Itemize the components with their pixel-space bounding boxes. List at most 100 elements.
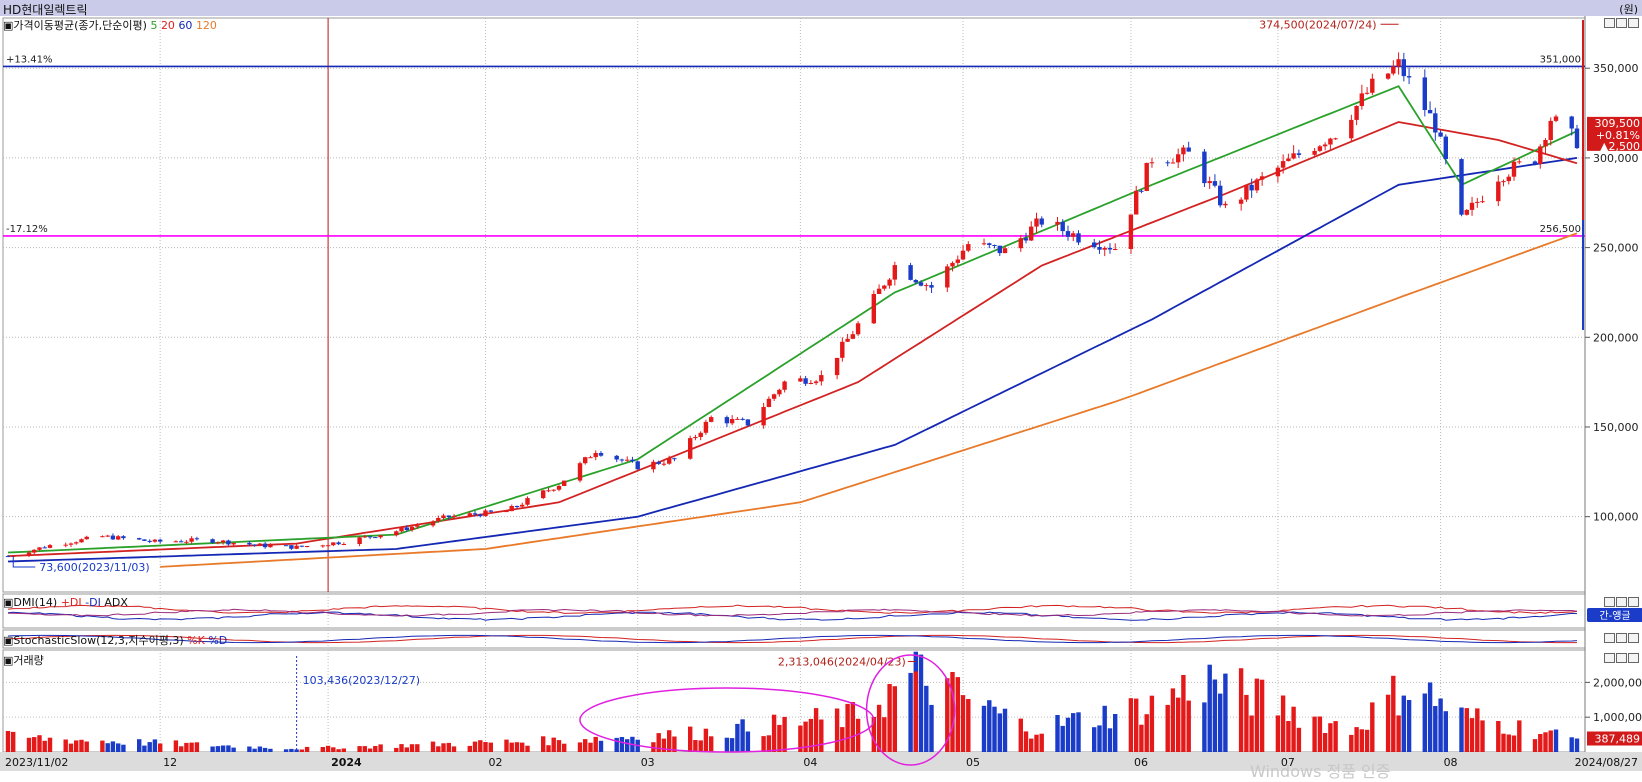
candle-down	[745, 419, 751, 426]
volume-bar	[1333, 721, 1338, 752]
volume-bar	[593, 736, 598, 752]
maximize-icon[interactable]	[1616, 18, 1627, 28]
volume-bar	[283, 749, 289, 752]
volume-bar	[262, 747, 268, 752]
volume-bar	[588, 742, 593, 752]
candle-up	[667, 458, 672, 464]
volume-bar	[625, 739, 630, 752]
volume-bar	[834, 708, 840, 752]
candle-up	[960, 250, 966, 260]
dmi-panel-controls[interactable]	[1604, 597, 1639, 607]
candle-up	[562, 480, 567, 486]
chart-canvas[interactable]: 100,000 150,000 200,000 250,000 300,000 350,0…	[0, 0, 1642, 771]
candle-up	[231, 542, 236, 545]
volume-bar	[1071, 713, 1076, 752]
volume-tick-label: 1,000,000	[1593, 711, 1642, 724]
candle-down	[1076, 233, 1081, 243]
volume-bar	[394, 747, 399, 752]
volume-bar	[467, 745, 472, 752]
x-axis-label: 03	[641, 756, 655, 769]
volume-panel-controls[interactable]	[1604, 653, 1639, 663]
candle-down	[1406, 76, 1412, 78]
volume-bar	[173, 740, 179, 752]
minimize-icon[interactable]	[1604, 653, 1615, 663]
volume-bar	[1002, 708, 1008, 752]
stoch-panel-controls[interactable]	[1604, 633, 1639, 643]
volume-bar	[698, 740, 703, 752]
minimize-icon[interactable]	[1604, 18, 1615, 28]
candle-up	[1176, 154, 1181, 163]
volume-bar	[724, 737, 730, 752]
volume-bar	[845, 703, 850, 752]
volume-bar	[1480, 720, 1485, 752]
candle-down	[247, 542, 252, 545]
close-icon[interactable]	[1628, 597, 1639, 607]
price-panel-controls[interactable]	[1604, 18, 1639, 28]
candle-up	[1286, 158, 1291, 162]
volume-bar	[325, 745, 331, 752]
volume-bar	[735, 723, 740, 752]
close-icon[interactable]	[1628, 18, 1639, 28]
maximize-icon[interactable]	[1616, 597, 1627, 607]
volume-bar	[436, 746, 441, 752]
volume-bar	[373, 746, 378, 752]
candle-up	[924, 285, 929, 287]
candle-down	[404, 527, 409, 530]
candle-down	[1433, 113, 1438, 133]
windows-watermark: Windows 정품 인증	[1250, 762, 1391, 781]
volume-bar	[1475, 708, 1480, 752]
candle-down	[740, 418, 745, 420]
close-icon[interactable]	[1628, 653, 1639, 663]
volume-bar	[68, 743, 74, 752]
volume-bar	[289, 748, 294, 752]
candle-up	[1475, 201, 1480, 203]
x-axis-label: 02	[489, 756, 503, 769]
volume-bar	[1275, 715, 1281, 752]
volume-bar	[1359, 729, 1364, 752]
volume-bar	[210, 746, 215, 752]
candle-up	[1349, 119, 1354, 139]
candle-up	[1328, 138, 1333, 145]
close-icon[interactable]	[1628, 633, 1639, 643]
candle-up	[1517, 161, 1522, 163]
candle-up	[1034, 218, 1039, 227]
candle-up	[1322, 144, 1328, 147]
volume-bar	[1396, 715, 1401, 752]
volume-bar	[997, 713, 1002, 752]
candle-up	[850, 334, 855, 339]
volume-bar	[745, 731, 751, 752]
volume-bar	[1517, 720, 1522, 752]
price-panel-label: ▣가격이동평균(종가,단순이평) 5 20 60 120	[3, 17, 217, 33]
candle-up	[729, 419, 735, 424]
candle-up	[593, 453, 598, 458]
volume-bar	[1254, 678, 1260, 752]
candle-up	[152, 539, 158, 542]
x-axis-label: 08	[1444, 756, 1458, 769]
maximize-icon[interactable]	[1616, 633, 1627, 643]
volume-bar	[1034, 734, 1039, 752]
candle-down	[283, 545, 289, 547]
volume-bar	[1018, 718, 1023, 752]
minimize-icon[interactable]	[1604, 633, 1615, 643]
upper-line-value: 351,000	[1540, 54, 1581, 65]
volume-bar	[1291, 706, 1296, 752]
volume-bar	[693, 740, 698, 752]
candle-up	[215, 542, 221, 544]
lower-line-pct: -17.12%	[6, 224, 48, 235]
volume-bar	[299, 749, 304, 752]
stoch-d-legend: %D	[208, 634, 228, 647]
volume-bar	[918, 654, 924, 752]
maximize-icon[interactable]	[1616, 653, 1627, 663]
volume-bar	[761, 736, 766, 752]
candle-up	[661, 463, 667, 465]
volume-bar	[1574, 738, 1580, 752]
volume-bar	[121, 744, 126, 752]
volume-bar	[1401, 695, 1406, 752]
volume-bar	[478, 740, 483, 752]
volume-bar	[399, 744, 404, 752]
volume-bar	[525, 745, 530, 752]
volume-bar	[147, 742, 152, 752]
minimize-icon[interactable]	[1604, 597, 1615, 607]
candle-up	[782, 381, 787, 390]
candle-down	[1296, 153, 1302, 155]
